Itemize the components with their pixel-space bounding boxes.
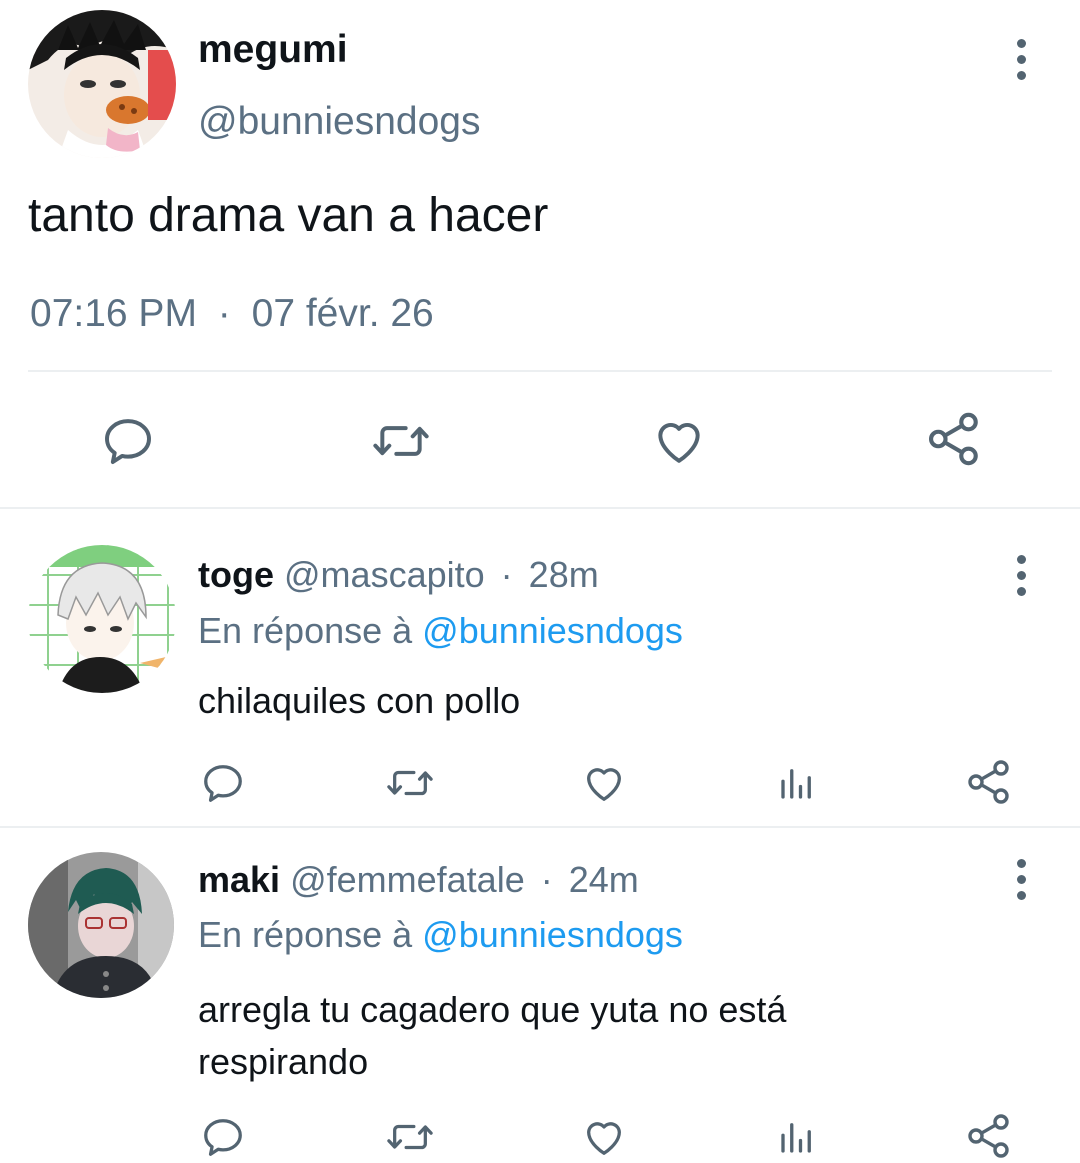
avatar[interactable]	[28, 545, 176, 693]
avatar[interactable]	[28, 10, 176, 158]
timestamp: 07:16 PM · 07 févr. 26	[30, 292, 434, 336]
author-handle[interactable]: @femmefatale	[290, 859, 525, 900]
reply-context: En réponse à @bunniesndogs	[198, 914, 683, 956]
reply-context: En réponse à @bunniesndogs	[198, 610, 683, 652]
views-icon[interactable]	[775, 1116, 819, 1158]
author-name[interactable]: megumi	[198, 28, 348, 72]
divider	[28, 370, 1052, 372]
reply-header: maki @femmefatale · 24m	[198, 859, 639, 901]
separator: ·	[540, 859, 553, 900]
share-icon[interactable]	[925, 410, 983, 468]
reply-text-line: arregla tu cagadero que yuta no está	[198, 989, 787, 1030]
separator: ·	[217, 292, 231, 335]
reply-icon[interactable]	[200, 760, 246, 806]
separator: ·	[500, 554, 513, 595]
like-icon[interactable]	[580, 760, 628, 806]
tweet-text: tanto drama van a hacer	[28, 189, 549, 242]
time: 07:16 PM	[30, 292, 197, 335]
time-ago: 28m	[528, 554, 599, 595]
author-name[interactable]: maki	[198, 859, 280, 900]
reply-text: chilaquiles con pollo	[198, 680, 521, 721]
date: 07 févr. 26	[251, 292, 434, 335]
more-options-icon[interactable]	[1001, 34, 1041, 84]
reply-prefix: En réponse à	[198, 610, 413, 651]
reply-icon[interactable]	[100, 413, 156, 469]
author-handle[interactable]: @bunniesndogs	[198, 100, 480, 144]
more-options-icon[interactable]	[1001, 550, 1041, 600]
share-icon[interactable]	[965, 758, 1013, 806]
like-icon[interactable]	[580, 1114, 628, 1160]
reply-to-link[interactable]: @bunniesndogs	[422, 914, 683, 955]
section-divider	[0, 507, 1080, 509]
section-divider	[0, 826, 1080, 828]
avatar[interactable]	[28, 852, 174, 998]
views-icon[interactable]	[775, 762, 819, 804]
share-icon[interactable]	[965, 1112, 1013, 1160]
author-handle[interactable]: @mascapito	[284, 554, 485, 595]
time-ago: 24m	[568, 859, 639, 900]
reply-prefix: En réponse à	[198, 914, 413, 955]
reply-to-link[interactable]: @bunniesndogs	[422, 610, 683, 651]
reply-text-line: respirando	[198, 1041, 369, 1082]
author-name[interactable]: toge	[198, 554, 274, 595]
retweet-icon[interactable]	[385, 760, 435, 806]
reply-header: toge @mascapito · 28m	[198, 554, 599, 596]
retweet-icon[interactable]	[370, 413, 432, 469]
more-options-icon[interactable]	[1001, 854, 1041, 904]
reply-icon[interactable]	[200, 1114, 246, 1160]
like-icon[interactable]	[650, 413, 708, 469]
reply-text: arregla tu cagadero que yuta no está res…	[198, 984, 786, 1088]
retweet-icon[interactable]	[385, 1114, 435, 1160]
